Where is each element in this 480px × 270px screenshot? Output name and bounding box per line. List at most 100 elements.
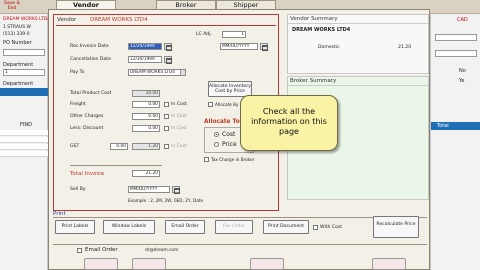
vendor-summary-title: Vendor Summary [288, 15, 428, 24]
email-order-label: Email Order [85, 247, 118, 253]
allocate-inventory-cost-label: Allocate Inventory Cost by Price [209, 84, 251, 94]
gst-rate-value: 0.00 [116, 144, 126, 149]
gst-value-input: 1.20 [132, 143, 160, 150]
table-row[interactable] [0, 130, 48, 136]
bottom-button[interactable] [84, 258, 118, 270]
save-end-button[interactable]: Save & End [2, 1, 22, 13]
vendor-summary-row-label: Domestic [318, 45, 340, 50]
bg-blue-bar [0, 88, 48, 96]
window-labels-button[interactable]: Window Labels [103, 220, 155, 234]
gst-in-cost-checkbox[interactable] [164, 144, 169, 149]
less-discount-value: 0.00 [148, 126, 158, 131]
bg-ye-label: Ye [459, 78, 465, 84]
bottom-button[interactable] [132, 258, 166, 270]
calendar-icon[interactable] [164, 43, 172, 51]
vendor-divider [56, 25, 276, 26]
email-address: dr@dream.com [145, 248, 179, 253]
pay-to-select[interactable]: DREAM WORKS LTD4 [128, 69, 186, 76]
tab-shipper[interactable]: Shipper [216, 0, 276, 9]
gst-label: GST [70, 144, 80, 149]
freight-input[interactable]: 0.00 [132, 101, 160, 108]
rec-invoice-date-input[interactable]: 12/20/1999 [128, 43, 162, 50]
bg-right-field[interactable] [435, 34, 477, 41]
email-divider [53, 244, 427, 245]
bg-po-field[interactable] [3, 49, 45, 56]
bg-cad-label: CAD [457, 17, 468, 23]
tab-broker[interactable]: Broker [156, 0, 216, 9]
email-order-button[interactable]: Email Order [165, 220, 205, 234]
cancellation-date-input[interactable]: 12/30/1999 [128, 56, 162, 63]
sell-by-value: MM/DD/YYYY [130, 187, 158, 192]
bg-department-field[interactable]: 1 [3, 69, 45, 76]
price-radio-label: Price [222, 141, 237, 148]
vendor-summary-panel: Vendor Summary DREAM WORKS LTD4 Domestic… [287, 14, 429, 74]
freight-label: Freight [70, 102, 86, 107]
button-label: Fax Order [222, 224, 246, 229]
chevron-down-icon [180, 70, 185, 75]
table-row[interactable] [0, 151, 48, 157]
tab-label: Shipper [233, 1, 259, 9]
tab-vendor[interactable]: Vendor [56, 0, 116, 9]
callout-text: Check all the information on this page [251, 107, 327, 136]
total-invoice-label: Total Invoice [70, 171, 105, 177]
with-cost-label: With Cost [320, 225, 343, 230]
other-charges-input[interactable]: 0.00 [132, 113, 160, 120]
background-left-panel: DREAM WORKS LTD4 1 STRAUS W (513) 339-0 … [0, 14, 51, 270]
vendor-name: DREAM WORKS LTD4 [90, 17, 148, 23]
lc-adj-input[interactable]: 1 [222, 31, 246, 38]
calendar-icon[interactable] [172, 186, 180, 194]
recalculate-price-button[interactable]: Recalculate Price [373, 216, 419, 238]
button-label: Window Labels [111, 224, 147, 229]
invoice-dialog: Vendor DREAM WORKS LTD4 LC Adj. 1 Rec.In… [48, 9, 430, 270]
tab-label: Broker [175, 1, 197, 9]
broker-summary-title: Broker Summary [288, 77, 428, 86]
freight-in-cost-checkbox[interactable] [164, 102, 169, 107]
rec-invoice-date-format[interactable]: MM/DD/YYYY [220, 43, 258, 50]
tax-charge-in-broker-checkbox[interactable] [204, 157, 209, 162]
bg-address: 1 STRAUS W [3, 25, 31, 30]
bg-grid-label: FIND [20, 122, 32, 128]
gst-rate-input[interactable]: 0.00 [110, 143, 128, 150]
total-product-cost-value: 20.00 [145, 91, 158, 96]
button-label: Print Document [268, 224, 304, 229]
lc-adj-label: LC Adj. [196, 32, 212, 37]
bg-po-number-label: PO Number [3, 40, 32, 46]
instruction-callout: Check all the information on this page [240, 95, 338, 151]
with-cost-checkbox[interactable] [313, 225, 318, 230]
freight-in-cost-label: In Cost [171, 102, 187, 107]
date-format-text: MM/DD/YYYY [222, 44, 250, 49]
less-discount-input[interactable]: 0.00 [132, 125, 160, 132]
freight-value: 0.00 [148, 102, 158, 107]
tax-charge-in-broker-label: Tax Charge in Broker [211, 157, 255, 162]
price-radio[interactable] [214, 142, 219, 147]
cost-radio[interactable] [214, 132, 219, 137]
cancellation-date-label: Cancellation Date [70, 57, 111, 62]
toolbar-label: End [7, 6, 17, 11]
vendor-label: Vendor [57, 17, 77, 23]
print-labels-button[interactable]: Print Labels [55, 220, 95, 234]
bottom-button[interactable] [250, 258, 284, 270]
fax-order-button[interactable]: Fax Order [215, 220, 253, 234]
sell-by-example: Example : 2, 2M, 2W, 0ED, 2Y, Date [128, 198, 204, 203]
other-charges-in-cost-label: In Cost [171, 114, 187, 119]
vendor-summary-row-value: 21.20 [398, 45, 412, 50]
sell-by-label: Sell By [70, 187, 86, 192]
bg-vendor-name: DREAM WORKS LTD4 [3, 17, 51, 22]
other-charges-in-cost-checkbox[interactable] [164, 114, 169, 119]
calendar-icon[interactable] [164, 56, 172, 64]
rec-invoice-date-label: Rec.Invoice Date [70, 44, 109, 49]
table-row[interactable] [0, 137, 48, 143]
print-divider [53, 217, 427, 218]
email-order-checkbox[interactable] [77, 248, 82, 253]
table-row[interactable] [0, 144, 48, 150]
allocate-by-item-checkbox[interactable] [208, 102, 213, 107]
bg-no-label: No [459, 68, 466, 74]
print-document-button[interactable]: Print Document [263, 220, 309, 234]
bg-right-field[interactable] [435, 50, 477, 57]
total-product-cost-label: Total Product Cost [70, 91, 112, 96]
sell-by-input[interactable]: MM/DD/YYYY [128, 186, 170, 193]
calendar-icon[interactable] [260, 43, 268, 51]
bottom-button[interactable] [372, 258, 406, 270]
button-label: Email Order [171, 224, 199, 229]
less-discount-in-cost-checkbox[interactable] [164, 126, 169, 131]
